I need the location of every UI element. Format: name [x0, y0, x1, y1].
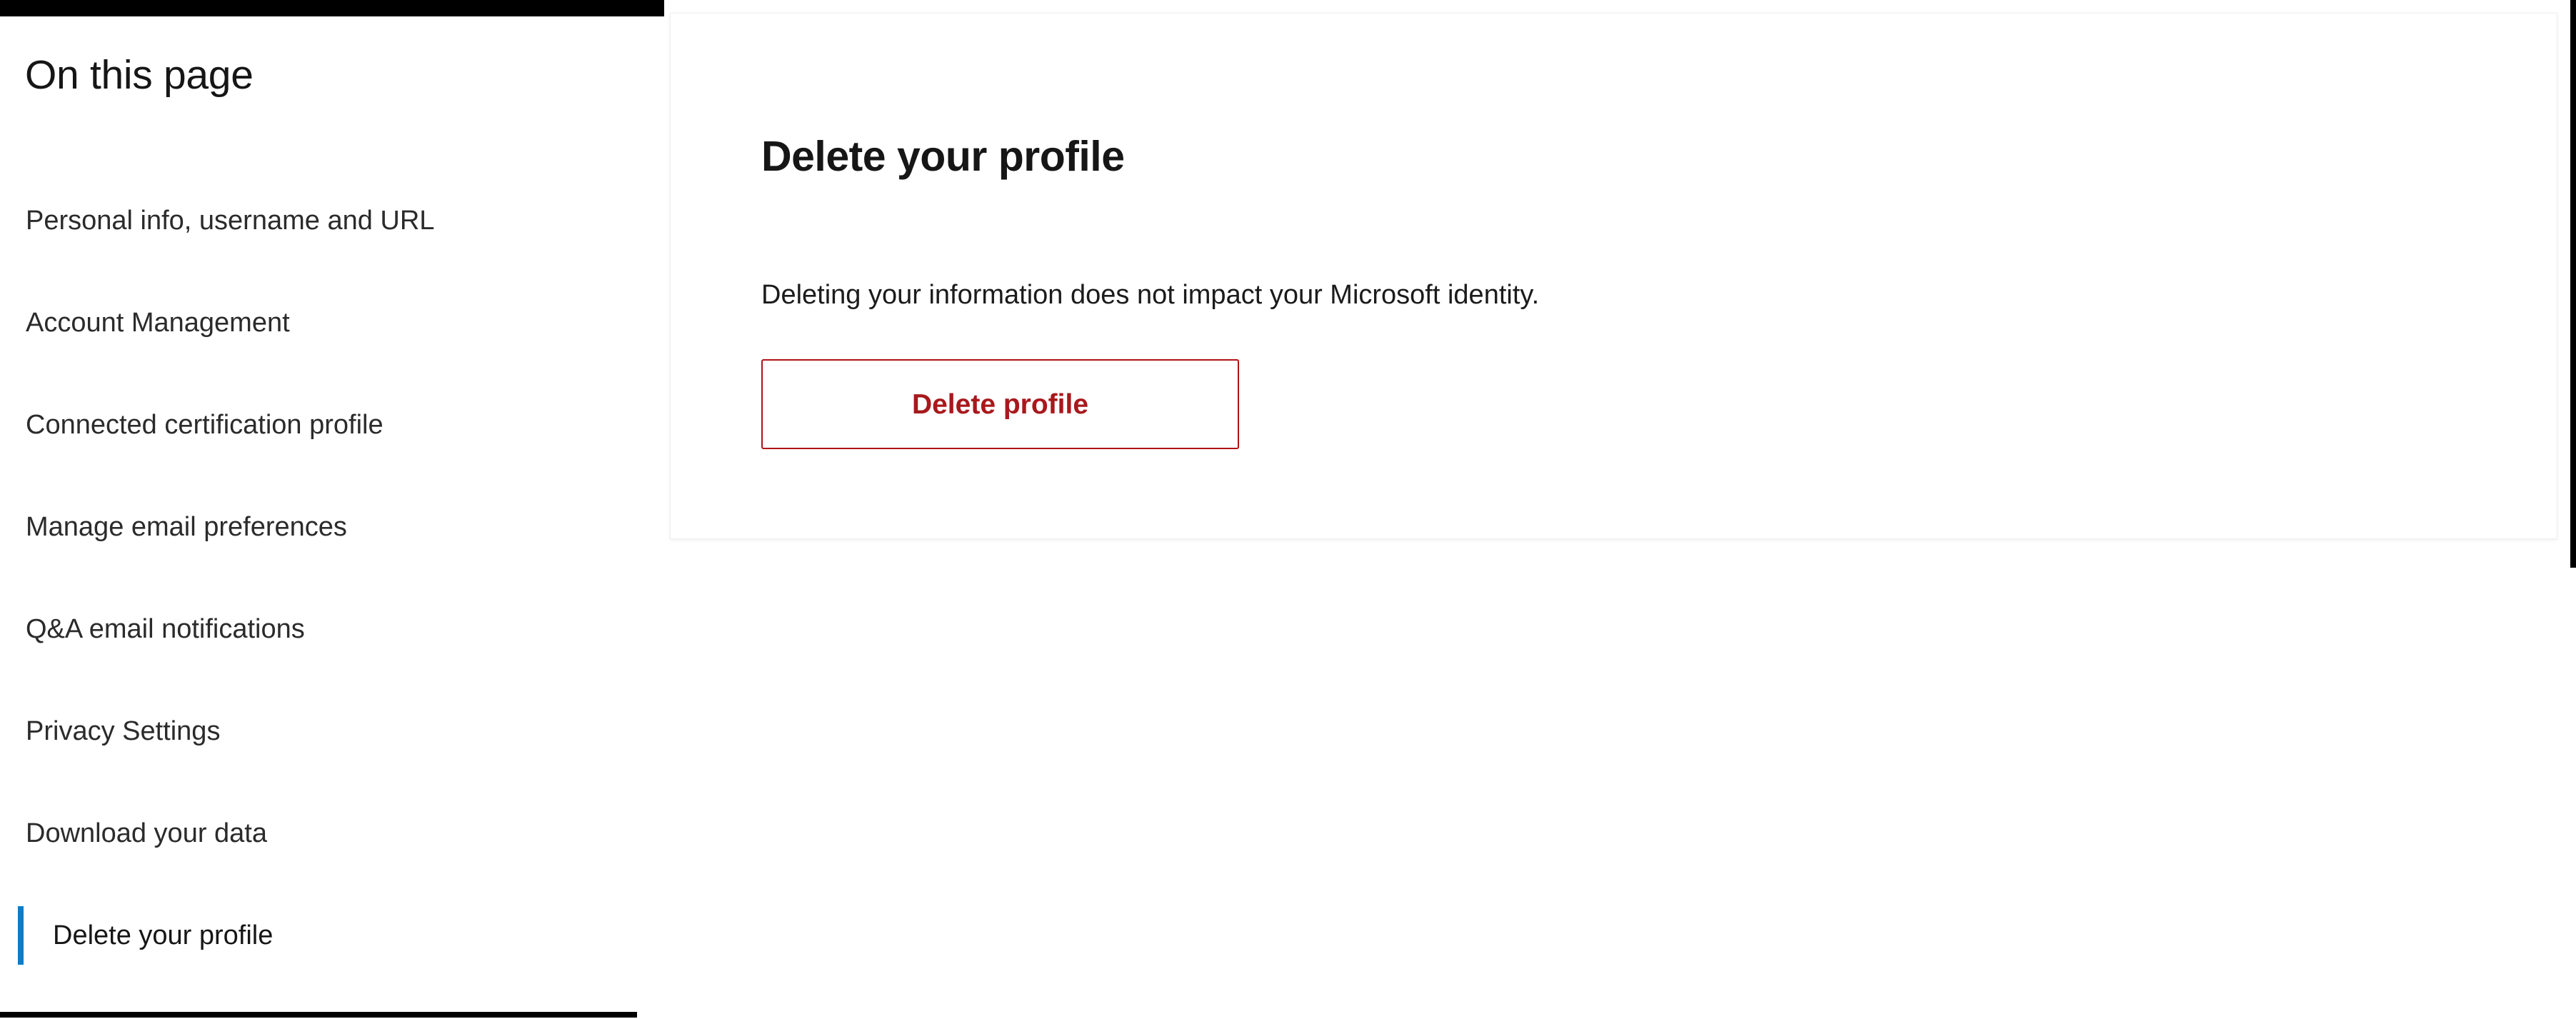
on-this-page-title: On this page	[25, 52, 254, 98]
delete-profile-button[interactable]: Delete profile	[761, 359, 1239, 449]
active-indicator-bar	[18, 906, 24, 965]
toc-item-account-management[interactable]: Account Management	[0, 272, 664, 374]
toc-item-label: Download your data	[26, 818, 267, 848]
page-title: Delete your profile	[761, 132, 1125, 180]
toc-item-label: Personal info, username and URL	[26, 205, 435, 236]
toc-item-download-your-data[interactable]: Download your data	[0, 783, 664, 885]
toc-item-label: Delete your profile	[53, 920, 274, 950]
delete-profile-description: Deleting your information does not impac…	[761, 280, 1540, 310]
toc-item-manage-email-preferences[interactable]: Manage email preferences	[0, 476, 664, 578]
toc-item-connected-certification-profile[interactable]: Connected certification profile	[0, 374, 664, 476]
toc-item-label: Manage email preferences	[26, 511, 347, 542]
toc-item-label: Q&A email notifications	[26, 613, 305, 644]
delete-profile-card-body: Delete your profile Deleting your inform…	[761, 14, 2557, 538]
top-chrome-bar	[0, 0, 664, 16]
bottom-chrome-rule	[0, 1012, 637, 1018]
toc-item-label: Privacy Settings	[26, 716, 221, 746]
toc-item-personal-info[interactable]: Personal info, username and URL	[0, 170, 664, 272]
toc-item-label: Connected certification profile	[26, 409, 384, 440]
toc-item-qa-email-notifications[interactable]: Q&A email notifications	[0, 578, 664, 681]
toc-item-label: Account Management	[26, 307, 290, 338]
toc-item-delete-your-profile[interactable]: Delete your profile	[0, 885, 664, 987]
on-this-page-list: Personal info, username and URL Account …	[0, 170, 664, 987]
delete-profile-button-label: Delete profile	[911, 388, 1089, 420]
delete-profile-card: Delete your profile Deleting your inform…	[670, 13, 2557, 539]
right-chrome-bar	[2570, 0, 2576, 568]
toc-item-privacy-settings[interactable]: Privacy Settings	[0, 681, 664, 783]
on-this-page-nav: On this page Personal info, username and…	[0, 16, 664, 1012]
